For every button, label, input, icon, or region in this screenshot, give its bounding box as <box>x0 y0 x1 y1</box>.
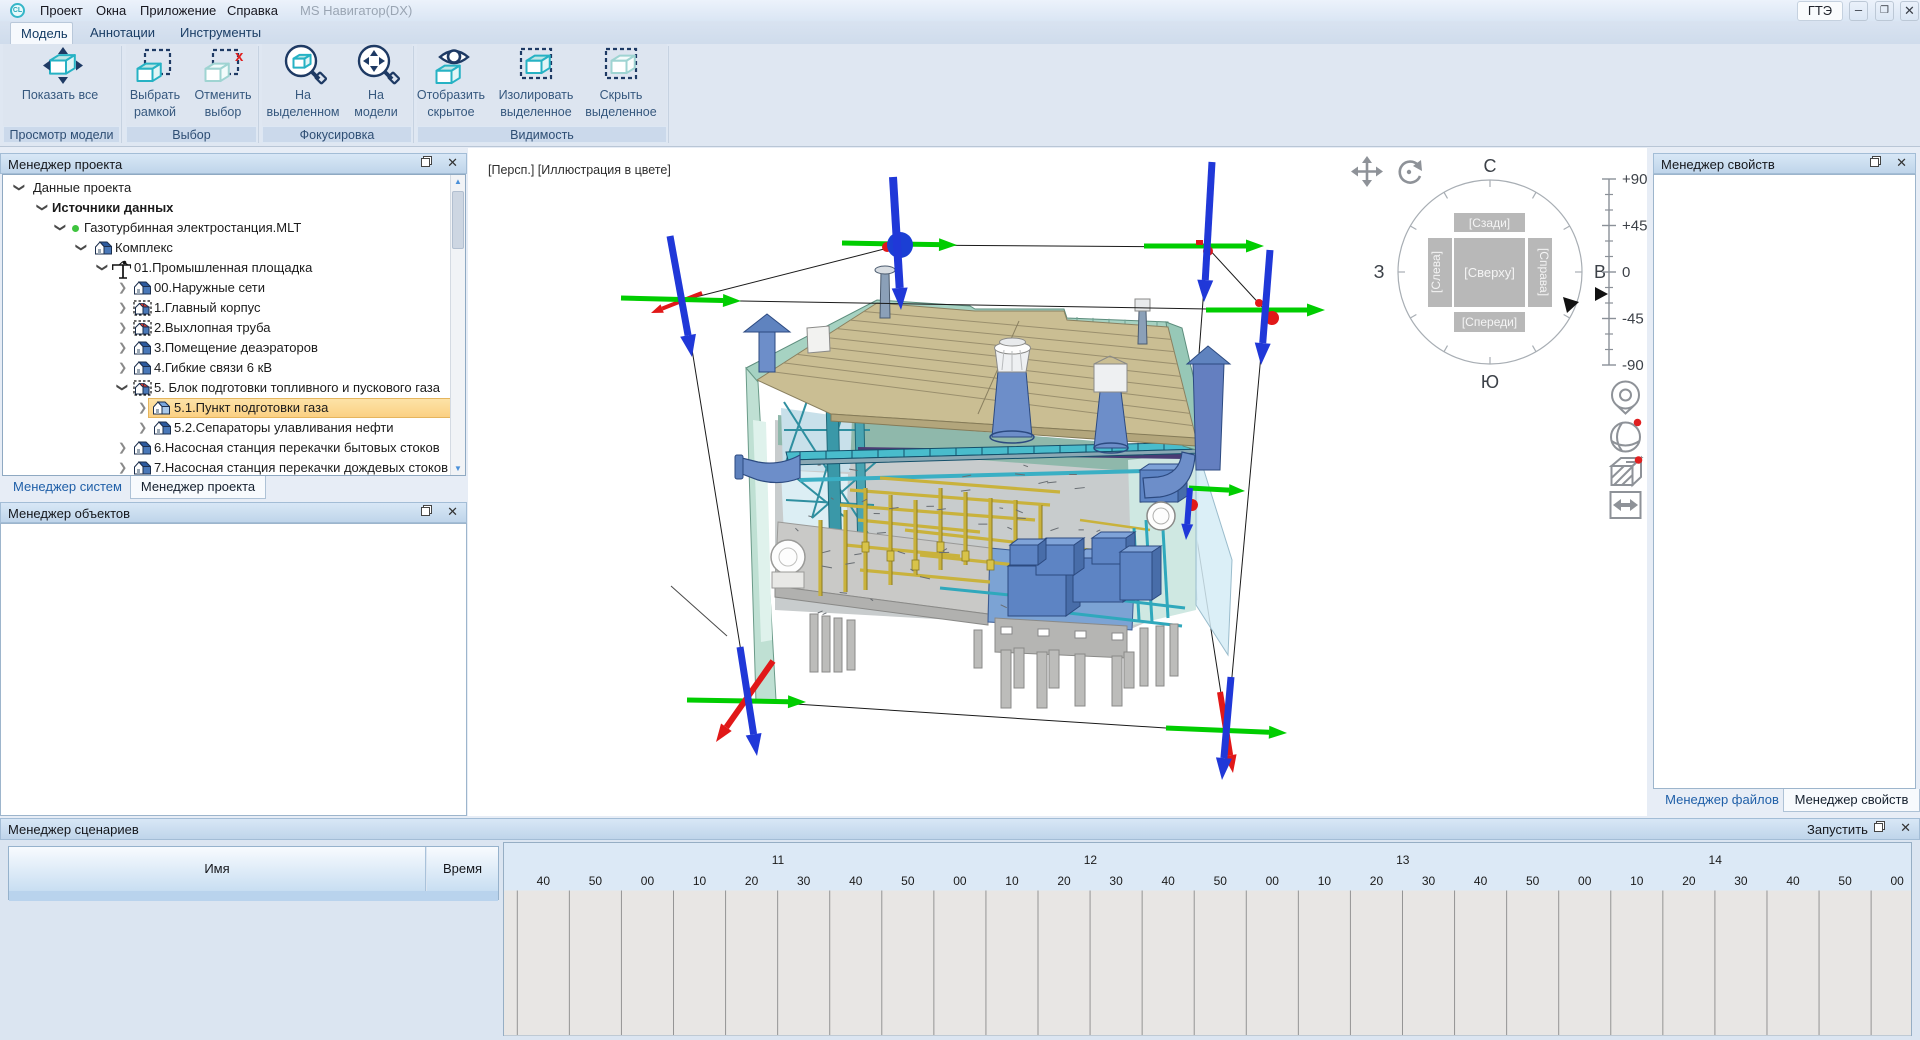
svg-text:00: 00 <box>641 874 655 888</box>
svg-text:20: 20 <box>1682 874 1696 888</box>
svg-text:13: 13 <box>1396 853 1410 867</box>
svg-text:14: 14 <box>1709 853 1723 867</box>
svg-text:[Слева]: [Слева] <box>1429 251 1443 293</box>
svg-text:10: 10 <box>1630 874 1644 888</box>
svg-text:10: 10 <box>1005 874 1019 888</box>
svg-text:З: З <box>1374 262 1385 282</box>
svg-text:[Справа]: [Справа] <box>1537 248 1551 296</box>
svg-text:40: 40 <box>1474 874 1488 888</box>
svg-text:10: 10 <box>1318 874 1332 888</box>
svg-text:20: 20 <box>745 874 759 888</box>
svg-text:С: С <box>1484 156 1497 176</box>
svg-text:x: x <box>235 48 244 65</box>
svg-text:50: 50 <box>901 874 915 888</box>
svg-text:30: 30 <box>1422 874 1436 888</box>
svg-text:00: 00 <box>1578 874 1592 888</box>
svg-text:20: 20 <box>1370 874 1384 888</box>
svg-text:0: 0 <box>1622 264 1630 281</box>
svg-text:50: 50 <box>1214 874 1228 888</box>
svg-text:-90: -90 <box>1622 357 1644 374</box>
svg-text:40: 40 <box>1161 874 1175 888</box>
svg-text:+45: +45 <box>1622 218 1647 235</box>
svg-text:-45: -45 <box>1622 311 1644 328</box>
svg-text:40: 40 <box>537 874 551 888</box>
svg-text:10: 10 <box>693 874 707 888</box>
svg-text:50: 50 <box>1526 874 1540 888</box>
svg-text:30: 30 <box>1734 874 1748 888</box>
svg-text:50: 50 <box>589 874 603 888</box>
svg-text:12: 12 <box>1084 853 1098 867</box>
svg-text:+90: +90 <box>1622 171 1647 188</box>
svg-text:20: 20 <box>1057 874 1071 888</box>
svg-text:[Сверху]: [Сверху] <box>1464 265 1515 280</box>
svg-text:[Спереди]: [Спереди] <box>1462 315 1517 329</box>
svg-text:40: 40 <box>1786 874 1800 888</box>
svg-text:50: 50 <box>1838 874 1852 888</box>
svg-text:30: 30 <box>797 874 811 888</box>
svg-text:00: 00 <box>1890 874 1904 888</box>
svg-text:40: 40 <box>849 874 863 888</box>
svg-text:00: 00 <box>1266 874 1280 888</box>
svg-text:Ю: Ю <box>1481 372 1499 392</box>
svg-text:00: 00 <box>953 874 967 888</box>
svg-text:30: 30 <box>1109 874 1123 888</box>
svg-text:11: 11 <box>772 853 785 867</box>
svg-text:[Сзади]: [Сзади] <box>1469 216 1510 230</box>
